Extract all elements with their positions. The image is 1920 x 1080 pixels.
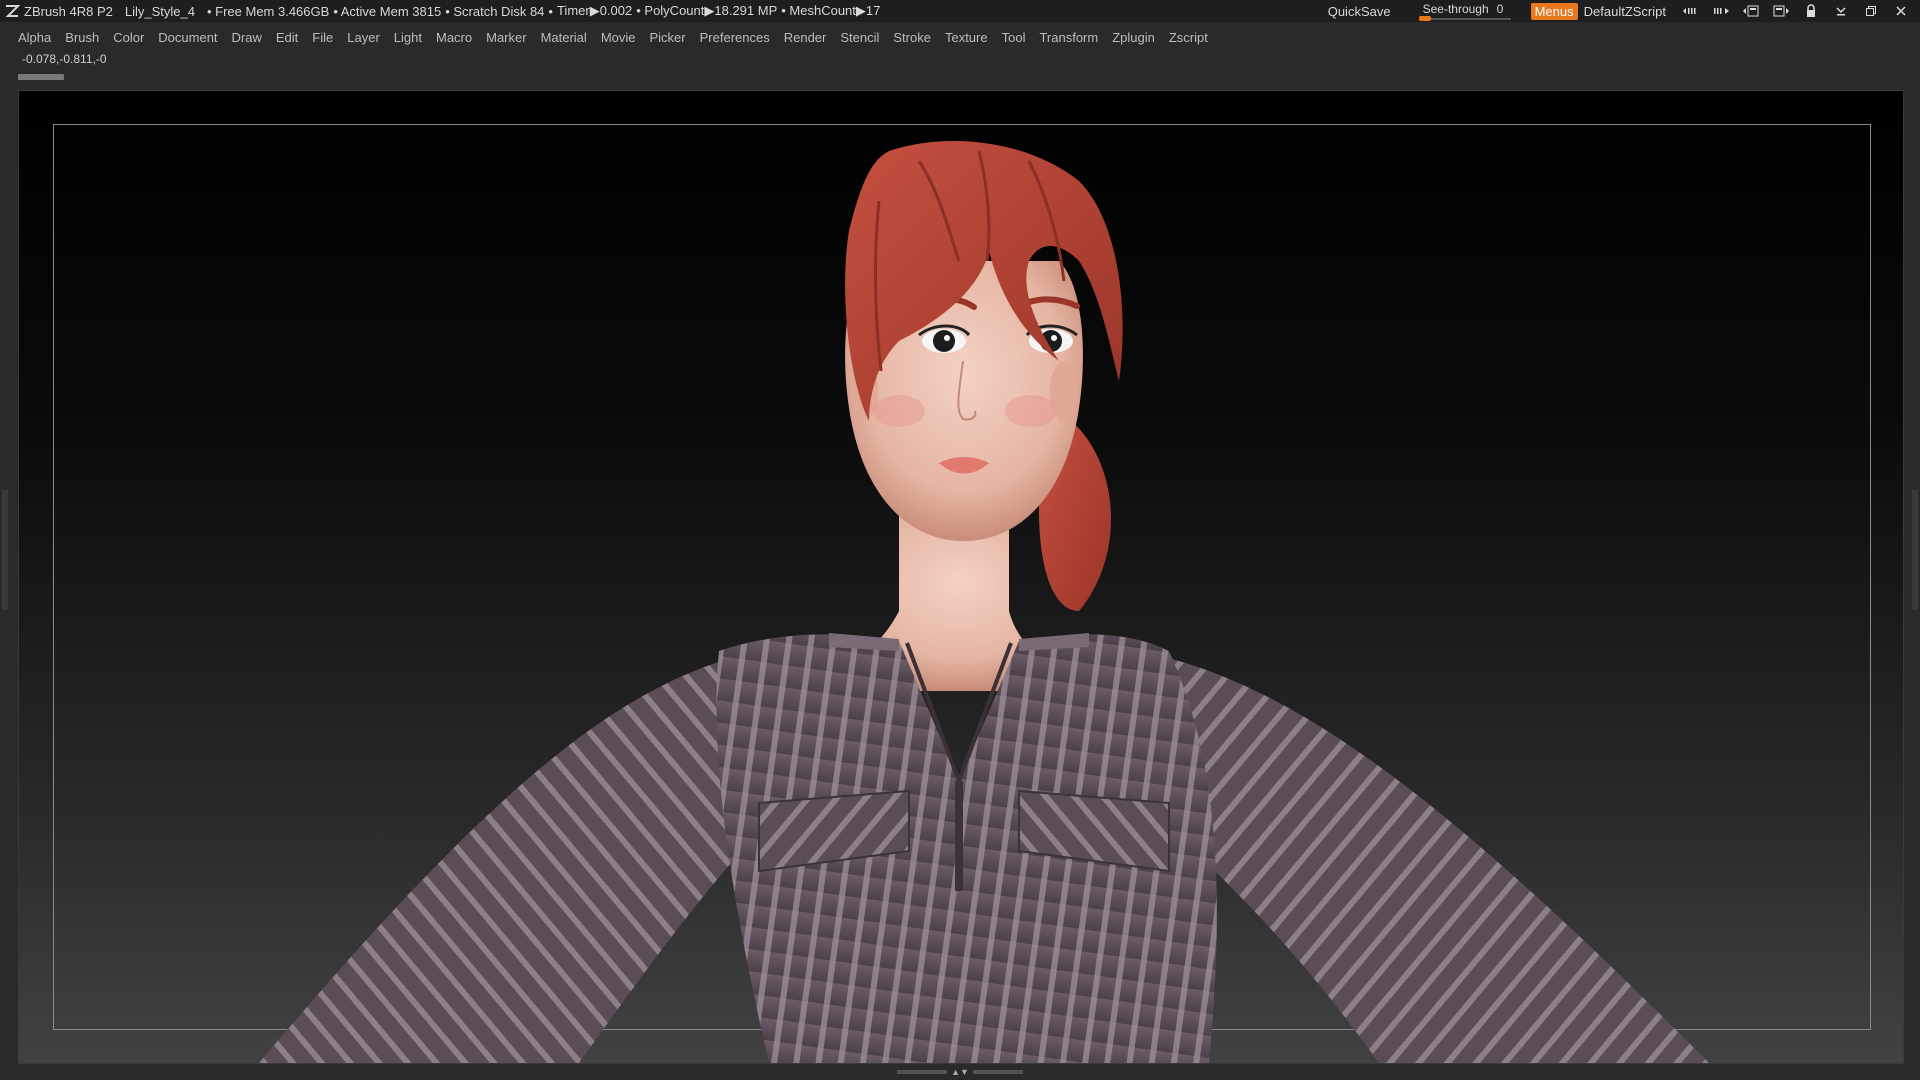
status-separator: • bbox=[548, 3, 553, 19]
tray-handle-left bbox=[897, 1070, 948, 1074]
default-zscript-button[interactable]: DefaultZScript bbox=[1584, 4, 1666, 19]
cursor-coordinates: -0.078,-0.811,-0 bbox=[22, 52, 107, 66]
menu-tool[interactable]: Tool bbox=[995, 30, 1033, 45]
see-through-knob[interactable] bbox=[1418, 16, 1431, 21]
left-tray-tab[interactable] bbox=[2, 490, 8, 610]
menu-marker[interactable]: Marker bbox=[479, 30, 533, 45]
mesh-count: • MeshCount▶17 bbox=[781, 3, 881, 18]
menu-macro[interactable]: Macro bbox=[429, 30, 479, 45]
menu-zplugin[interactable]: Zplugin bbox=[1105, 30, 1162, 45]
menu-document[interactable]: Document bbox=[151, 30, 224, 45]
mini-slider[interactable] bbox=[18, 74, 64, 80]
sculpt-model bbox=[259, 141, 1709, 1063]
main-menu-bar: Alpha Brush Color Document Draw Edit Fil… bbox=[0, 26, 1920, 48]
expand-icon: ▲▼ bbox=[951, 1067, 969, 1077]
restore-icon[interactable] bbox=[1860, 0, 1882, 22]
menu-zscript[interactable]: Zscript bbox=[1162, 30, 1215, 45]
timer: Timer▶0.002 bbox=[556, 3, 633, 18]
menu-light[interactable]: Light bbox=[387, 30, 429, 45]
menus-button[interactable]: Menus bbox=[1530, 2, 1578, 20]
free-mem: • Free Mem 3.466GB bbox=[206, 3, 330, 19]
tray-handle-right bbox=[972, 1070, 1023, 1074]
minimize-icon[interactable] bbox=[1830, 0, 1852, 22]
menu-preferences[interactable]: Preferences bbox=[693, 30, 777, 45]
app-version: ZBrush 4R8 P2 bbox=[24, 3, 113, 19]
menu-movie[interactable]: Movie bbox=[594, 30, 643, 45]
quicksave-button[interactable]: QuickSave bbox=[1328, 4, 1391, 19]
menu-stroke[interactable]: Stroke bbox=[886, 30, 938, 45]
poly-count: • PolyCount▶18.291 MP bbox=[636, 3, 778, 18]
active-mem: • Active Mem 3815 bbox=[333, 3, 442, 19]
menu-color[interactable]: Color bbox=[106, 30, 151, 45]
document-name: Lily_Style_4 bbox=[124, 3, 195, 19]
menu-edit[interactable]: Edit bbox=[269, 30, 305, 45]
see-through-value: 0 bbox=[1496, 2, 1504, 16]
zbrush-logo-icon bbox=[5, 5, 20, 17]
see-through-slider[interactable]: See-through 0 bbox=[1417, 0, 1513, 22]
bottom-tray-tab[interactable]: ▲▼ bbox=[896, 1067, 1024, 1077]
canvas-viewport[interactable] bbox=[18, 90, 1904, 1064]
menu-transform[interactable]: Transform bbox=[1032, 30, 1105, 45]
status-info: • Free Mem 3.466GB • Active Mem 3815 • S… bbox=[207, 3, 884, 19]
menu-stencil[interactable]: Stencil bbox=[833, 30, 886, 45]
menu-picker[interactable]: Picker bbox=[643, 30, 693, 45]
titlebar-controls: QuickSave See-through 0 Menus DefaultZSc… bbox=[1328, 0, 1920, 22]
title-bar: ZBrush 4R8 P2 Lily_Style_4 • Free Mem 3.… bbox=[0, 0, 1920, 22]
dock-icon[interactable] bbox=[1770, 0, 1792, 22]
hide-palettes-icon[interactable] bbox=[1680, 0, 1702, 22]
menu-file[interactable]: File bbox=[305, 30, 340, 45]
see-through-track bbox=[1420, 18, 1511, 20]
scratch-disk: • Scratch Disk 84 bbox=[445, 3, 545, 19]
close-icon[interactable] bbox=[1890, 0, 1912, 22]
popup-icon[interactable] bbox=[1740, 0, 1762, 22]
toggle-layout-icon[interactable] bbox=[1710, 0, 1732, 22]
menu-layer[interactable]: Layer bbox=[340, 30, 387, 45]
menu-brush[interactable]: Brush bbox=[58, 30, 106, 45]
right-tray-tab[interactable] bbox=[1912, 490, 1918, 610]
see-through-label: See-through bbox=[1422, 2, 1489, 16]
menu-texture[interactable]: Texture bbox=[938, 30, 995, 45]
menu-material[interactable]: Material bbox=[534, 30, 594, 45]
menu-draw[interactable]: Draw bbox=[225, 30, 269, 45]
menu-alpha[interactable]: Alpha bbox=[0, 30, 58, 45]
menu-render[interactable]: Render bbox=[777, 30, 834, 45]
lock-icon[interactable] bbox=[1800, 0, 1822, 22]
